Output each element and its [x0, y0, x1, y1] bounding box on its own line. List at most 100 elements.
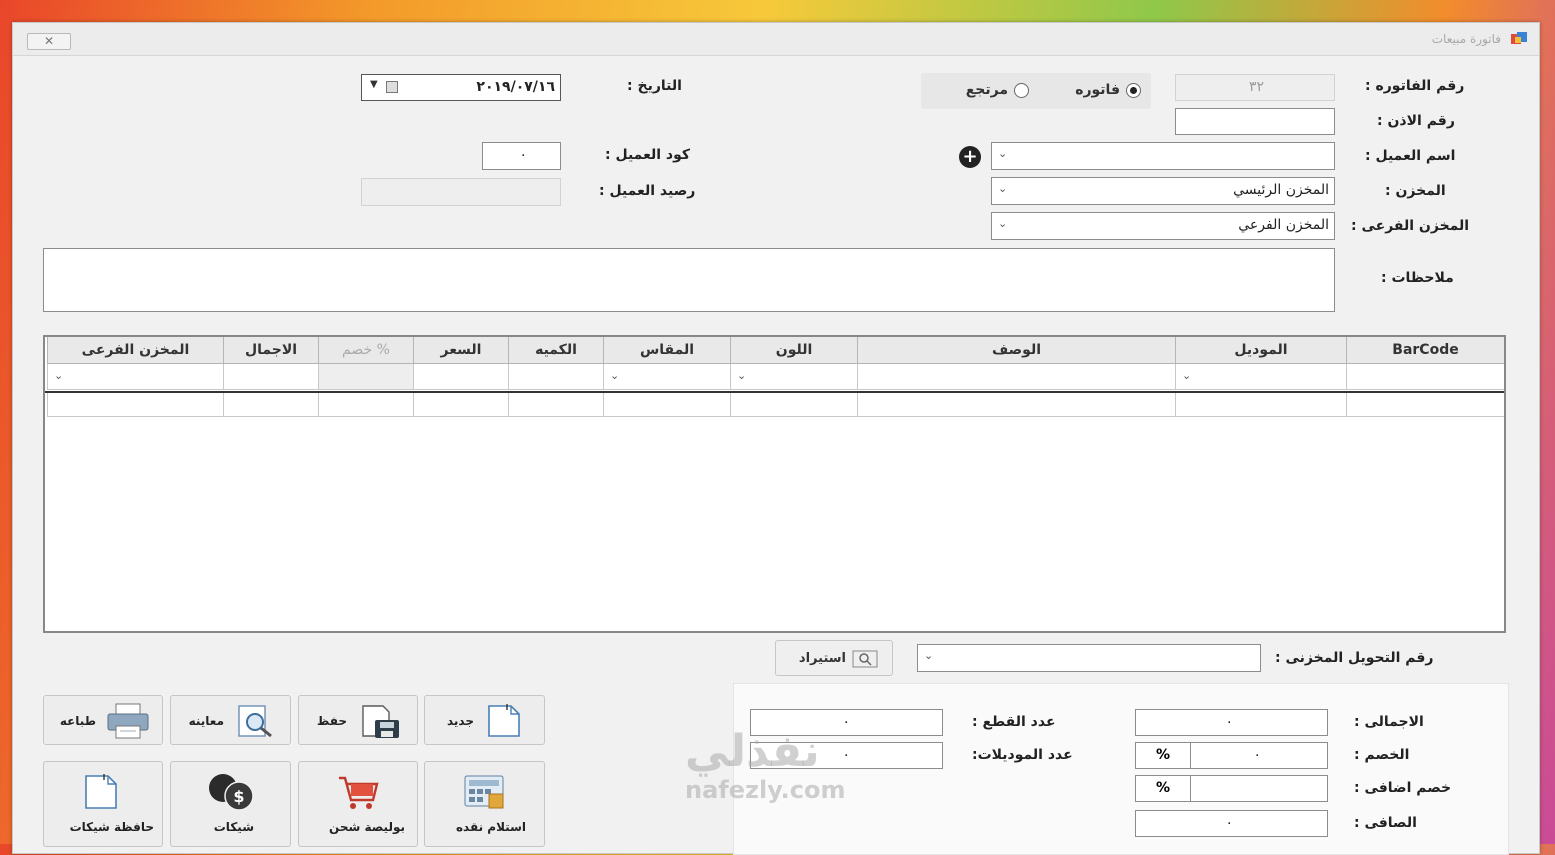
watermark-url: nafezly.com: [685, 776, 846, 804]
grid-header-6[interactable]: السعر: [413, 337, 508, 364]
net-field: ٠: [1135, 810, 1328, 837]
chevron-down-icon: ⌄: [54, 369, 64, 382]
grid-filter-cell[interactable]: [318, 364, 413, 390]
chevron-down-icon: ⌄: [998, 182, 1008, 195]
total-label: الاجمالى :: [1354, 714, 1424, 730]
grid-cell[interactable]: [603, 391, 730, 417]
grid-filter-cell[interactable]: [1346, 364, 1504, 390]
preview-magnifier-icon: [238, 705, 272, 738]
app-icon: [1511, 32, 1527, 44]
chevron-down-icon: ⌄: [998, 147, 1008, 160]
grid-filter-cell[interactable]: ⌄: [1175, 364, 1346, 390]
customer-code-input[interactable]: ٠: [482, 142, 561, 170]
chevron-down-icon: ⌄: [998, 217, 1008, 230]
new-document-icon: [488, 704, 520, 737]
radio-selected-icon: [1126, 82, 1141, 98]
preview-button[interactable]: معاينه: [170, 695, 291, 745]
grid-filter-cell[interactable]: [413, 364, 508, 390]
customer-name-dropdown[interactable]: ⌄: [991, 142, 1335, 170]
invoice-radio[interactable]: فاتوره: [1075, 82, 1141, 98]
grid-filter-cell[interactable]: ⌄: [730, 364, 857, 390]
sub-store-dropdown[interactable]: ⌄ المخزن الفرعي: [991, 212, 1335, 240]
grid-filter-cell[interactable]: ⌄: [603, 364, 730, 390]
save-button[interactable]: حفظ: [298, 695, 418, 745]
watermark-brand: نفذلي: [685, 726, 820, 777]
grid-header-3[interactable]: اللون: [730, 337, 857, 364]
import-button[interactable]: استيراد: [775, 640, 893, 676]
cash-receipt-button[interactable]: استلام نقده: [424, 761, 545, 847]
window-title: فاتورة مبيعات: [1431, 32, 1501, 46]
customer-balance-field: [361, 178, 561, 206]
date-picker[interactable]: ▼ ٢٠١٩/٠٧/١٦: [361, 74, 561, 101]
document-icon: [85, 774, 117, 809]
new-button[interactable]: جديد: [424, 695, 545, 745]
cheques-button[interactable]: $ شيكات: [170, 761, 291, 847]
cheque-wallet-button[interactable]: حافظة شيكات: [43, 761, 163, 847]
transfer-number-label: رقم التحويل المخزنى :: [1275, 650, 1434, 666]
chevron-down-icon: ⌄: [1182, 369, 1192, 382]
grid-header-1[interactable]: الموديل: [1175, 337, 1346, 364]
sub-store-label: المخزن الفرعى :: [1351, 218, 1470, 234]
customer-balance-label: رصيد العميل :: [599, 183, 696, 199]
date-label: التاريخ :: [627, 78, 682, 94]
invoice-number-label: رقم الفاتوره :: [1365, 78, 1465, 94]
models-count-label: عدد الموديلات:: [972, 747, 1073, 763]
pieces-count-label: عدد القطع :: [972, 714, 1056, 730]
grid-header-7[interactable]: خصم %: [318, 337, 413, 364]
grid-filter-cell[interactable]: [223, 364, 318, 390]
shipping-policy-button[interactable]: بوليصة شحن: [298, 761, 418, 847]
grid-cell[interactable]: [1346, 391, 1504, 417]
chevron-down-icon: ⌄: [737, 369, 747, 382]
watermark: نفذلي nafezly.com: [685, 726, 846, 805]
discount-input[interactable]: ٠: [1190, 742, 1328, 769]
save-icon: [362, 705, 399, 738]
coins-dollar-icon: $: [209, 774, 254, 811]
grid-filter-cell[interactable]: [508, 364, 603, 390]
grid-filter-cell[interactable]: [857, 364, 1175, 390]
close-button[interactable]: ✕: [27, 33, 71, 50]
grid-cell[interactable]: [223, 391, 318, 417]
calendar-icon: [386, 81, 398, 93]
permit-number-input[interactable]: [1175, 108, 1335, 135]
items-grid[interactable]: BarCode الموديل ⌄ الوصف اللون ⌄ المقاس ⌄ الكميه ا…: [43, 335, 1506, 633]
grid-header-5[interactable]: الكميه: [508, 337, 603, 364]
shopping-cart-icon: [339, 776, 379, 809]
transfer-number-dropdown[interactable]: ⌄: [917, 644, 1261, 672]
return-radio[interactable]: مرتجع: [966, 82, 1029, 98]
store-label: المخزن :: [1385, 183, 1446, 199]
grid-header-9[interactable]: المخزن الفرعى: [47, 337, 223, 364]
grid-cell[interactable]: [508, 391, 603, 417]
chevron-down-icon: ⌄: [924, 649, 934, 662]
permit-number-label: رقم الاذن :: [1377, 113, 1455, 129]
add-customer-icon[interactable]: +: [959, 146, 981, 168]
customer-name-label: اسم العميل :: [1365, 148, 1456, 164]
grid-cell[interactable]: [47, 391, 223, 417]
discount-label: الخصم :: [1354, 747, 1410, 763]
notes-textarea[interactable]: [43, 248, 1335, 312]
grid-cell[interactable]: [857, 391, 1175, 417]
chevron-down-icon: ⌄: [610, 369, 620, 382]
notes-label: ملاحظات :: [1381, 270, 1454, 286]
import-search-icon: [852, 650, 878, 668]
grid-filter-cell[interactable]: ⌄: [47, 364, 223, 390]
dropdown-arrow-icon: ▼: [370, 79, 378, 90]
grid-cell[interactable]: [318, 391, 413, 417]
grid-cell[interactable]: [730, 391, 857, 417]
grid-cell[interactable]: [1175, 391, 1346, 417]
net-label: الصافى :: [1354, 815, 1417, 831]
grid-header-2[interactable]: الوصف: [857, 337, 1175, 364]
grid-header-4[interactable]: المقاس: [603, 337, 730, 364]
store-dropdown[interactable]: ⌄ المخزن الرئيسي: [991, 177, 1335, 205]
print-button[interactable]: طباعه: [43, 695, 163, 745]
invoice-number-field: ٣٢: [1175, 74, 1335, 101]
radio-empty-icon: [1014, 82, 1029, 98]
invoice-type-group: فاتوره مرتجع: [921, 73, 1151, 109]
grid-cell[interactable]: [413, 391, 508, 417]
grid-header-0[interactable]: BarCode: [1346, 337, 1504, 364]
summary-panel: الاجمالى : ٠ الخصم : ٠ % خصم اضافى : % ا…: [733, 683, 1509, 855]
total-field: ٠: [1135, 709, 1328, 736]
svg-text:$: $: [233, 787, 244, 806]
grid-header-8[interactable]: الاجمال: [223, 337, 318, 364]
extra-discount-input[interactable]: [1190, 775, 1328, 802]
calculator-icon: [464, 775, 504, 809]
